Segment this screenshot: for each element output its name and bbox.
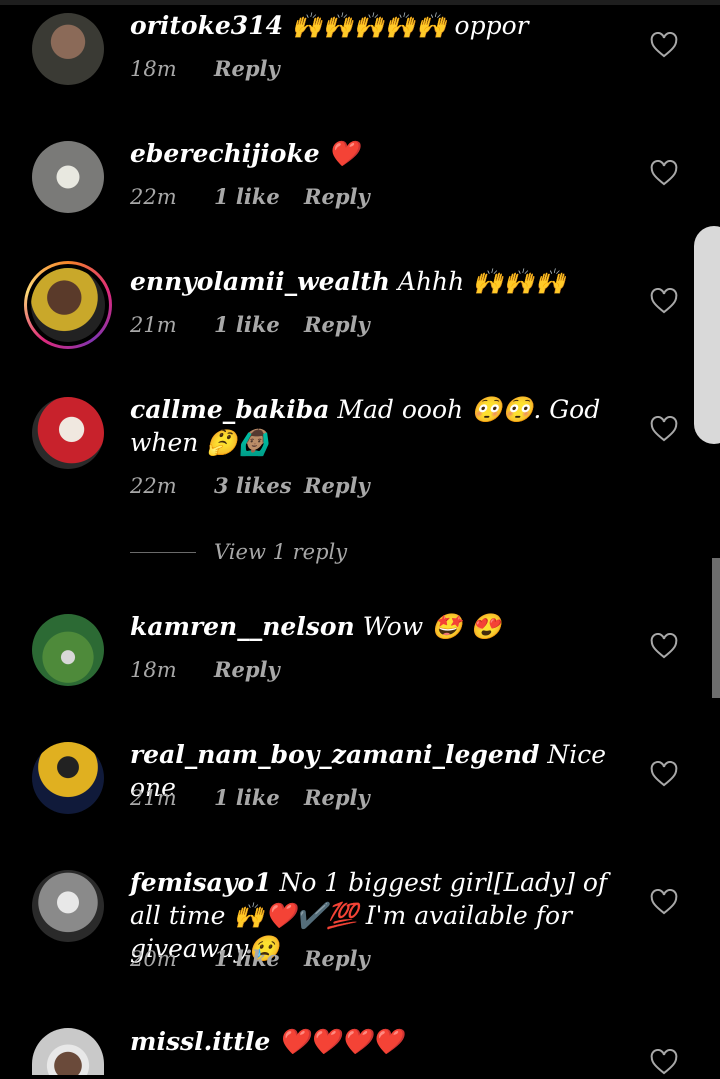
comment-time: 18m (130, 56, 177, 81)
avatar[interactable] (32, 870, 104, 942)
avatar[interactable] (32, 13, 104, 85)
comment-text: ❤️❤️❤️❤️ (278, 1027, 403, 1056)
comment-text: Ahhh 🙌🙌🙌 (397, 267, 566, 296)
avatar[interactable] (32, 742, 104, 814)
comment-likes[interactable]: 1 like (214, 184, 304, 209)
comment-text: Wow 🤩 😍 (362, 612, 502, 641)
replies-divider (130, 551, 196, 553)
top-bar (0, 0, 720, 5)
comment-time: 21m (130, 785, 177, 810)
comment-username[interactable]: eberechijioke (130, 139, 320, 168)
heart-outline-icon[interactable] (650, 1048, 678, 1075)
reply-button[interactable]: Reply (214, 657, 280, 682)
view-replies-label: View 1 reply (214, 540, 348, 564)
comment-username[interactable]: oritoke314 (130, 11, 283, 40)
comment-likes[interactable]: 1 like (214, 312, 304, 337)
reply-button[interactable]: Reply (304, 184, 370, 209)
reply-button[interactable]: Reply (304, 473, 370, 498)
reply-button[interactable]: Reply (214, 56, 280, 81)
avatar[interactable] (32, 614, 104, 686)
heart-outline-icon[interactable] (650, 760, 678, 787)
comment-username[interactable]: missl.ittle (130, 1027, 270, 1056)
reply-button[interactable]: Reply (304, 946, 370, 971)
comment-time: 18m (130, 657, 177, 682)
comment-username[interactable]: ennyolamii_wealth (130, 267, 390, 296)
scroll-handle[interactable] (694, 226, 720, 444)
comment-username[interactable]: femisayo1 (130, 868, 271, 897)
comment-username[interactable]: real_nam_boy_zamani_legend (130, 740, 539, 769)
comment-text: 🙌🙌🙌🙌🙌 oppor (290, 11, 529, 40)
comment-time: 21m (130, 312, 177, 337)
heart-outline-icon[interactable] (650, 415, 678, 442)
comment-text: ❤️ (327, 139, 359, 168)
comment-username[interactable]: callme_bakiba (130, 395, 329, 424)
avatar[interactable] (32, 141, 104, 213)
avatar-story[interactable] (24, 261, 112, 349)
avatar[interactable] (32, 397, 104, 469)
view-replies-button[interactable]: View 1 reply (130, 540, 347, 564)
comment-likes[interactable]: 1 like (214, 946, 304, 971)
comment-time: 20m (130, 946, 177, 971)
scrollbar-thumb[interactable] (712, 558, 720, 698)
reply-button[interactable]: Reply (304, 785, 370, 810)
heart-outline-icon[interactable] (650, 159, 678, 186)
heart-outline-icon[interactable] (650, 888, 678, 915)
comment-time: 22m (130, 473, 177, 498)
heart-outline-icon[interactable] (650, 632, 678, 659)
heart-outline-icon[interactable] (650, 31, 678, 58)
comment-likes[interactable]: 3 likes (214, 473, 304, 498)
comment-time: 22m (130, 184, 177, 209)
reply-button[interactable]: Reply (304, 312, 370, 337)
heart-outline-icon[interactable] (650, 287, 678, 314)
comment-username[interactable]: kamren__nelson (130, 612, 355, 641)
avatar[interactable] (32, 1028, 104, 1075)
comment-likes[interactable]: 1 like (214, 785, 304, 810)
